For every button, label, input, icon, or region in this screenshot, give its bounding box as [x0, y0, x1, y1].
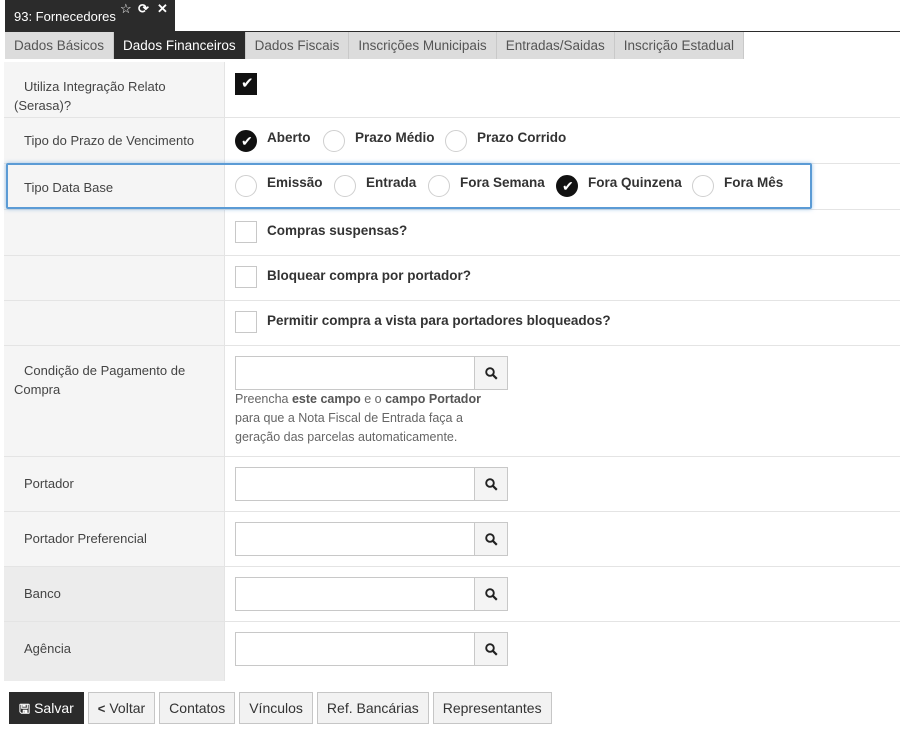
row-compras-suspensas: Compras suspensas?	[4, 210, 900, 256]
permitir-vista-label[interactable]: Permitir compra a vista para portadores …	[267, 313, 611, 328]
row-condicao-pagamento: Condição de Pagamento de Compra Preencha…	[4, 346, 900, 457]
check-icon: ✔	[241, 133, 253, 149]
option-prazo-corrido[interactable]: Prazo Corrido	[477, 130, 566, 145]
window-tab[interactable]: 93: Fornecedores ☆ ⟳ ✕	[5, 0, 175, 31]
portador-preferencial-input[interactable]	[235, 522, 475, 556]
representatives-button[interactable]: Representantes	[432, 692, 552, 724]
label-agencia: Agência	[4, 622, 225, 681]
action-bar: 🖫 Salvar < Voltar Contatos Vínculos Ref. B…	[9, 692, 552, 724]
label-empty	[4, 301, 225, 345]
row-serasa: Utiliza Integração Relato (Serasa)? ✔	[4, 62, 900, 118]
label-tipo-prazo: Tipo do Prazo de Vencimento	[4, 118, 225, 163]
row-portador: Portador	[4, 457, 900, 512]
agencia-input[interactable]	[235, 632, 475, 666]
label-empty	[4, 256, 225, 300]
serasa-checkbox[interactable]: ✔	[235, 73, 257, 95]
search-icon	[485, 533, 498, 546]
bank-references-button[interactable]: Ref. Bancárias	[316, 692, 429, 724]
condicao-pagamento-help: Preencha este campo e o campo Portador p…	[235, 392, 481, 444]
condicao-pagamento-search-button[interactable]	[474, 356, 508, 390]
label-empty	[4, 210, 225, 255]
portador-input[interactable]	[235, 467, 475, 501]
floppy-disk-icon: 🖫	[19, 701, 31, 716]
tab-dados-fiscais[interactable]: Dados Fiscais	[245, 32, 350, 59]
label-banco: Banco	[4, 567, 225, 621]
compras-suspensas-label[interactable]: Compras suspensas?	[267, 223, 407, 238]
tab-bar: Dados Básicos Dados Financeiros Dados Fi…	[5, 32, 745, 59]
search-icon	[485, 588, 498, 601]
tab-entradas-saidas[interactable]: Entradas/Saidas	[496, 32, 615, 59]
label-portador-preferencial: Portador Preferencial	[4, 512, 225, 566]
condicao-pagamento-input[interactable]	[235, 356, 475, 390]
banco-search-button[interactable]	[474, 577, 508, 611]
bloquear-portador-checkbox[interactable]	[235, 266, 257, 288]
radio-prazo-medio[interactable]	[323, 130, 345, 152]
window-title: 93: Fornecedores	[14, 9, 116, 24]
row-agencia: Agência	[4, 622, 900, 681]
agencia-search-button[interactable]	[474, 632, 508, 666]
tab-inscricoes-municipais[interactable]: Inscrições Municipais	[349, 32, 497, 59]
focus-highlight	[6, 163, 812, 209]
back-button[interactable]: < Voltar	[87, 692, 156, 724]
banco-input[interactable]	[235, 577, 475, 611]
label-serasa: Utiliza Integração Relato (Serasa)?	[4, 62, 225, 117]
refresh-icon[interactable]: ⟳	[138, 2, 149, 16]
tab-inscricao-estadual[interactable]: Inscrição Estadual	[614, 32, 745, 59]
row-bloquear-portador: Bloquear compra por portador?	[4, 256, 900, 301]
option-prazo-medio[interactable]: Prazo Médio	[355, 130, 435, 145]
star-icon[interactable]: ☆	[120, 2, 132, 16]
save-button[interactable]: 🖫 Salvar	[9, 692, 84, 724]
financial-form: Utiliza Integração Relato (Serasa)? ✔ Ti…	[4, 62, 900, 681]
portador-search-button[interactable]	[474, 467, 508, 501]
portador-preferencial-search-button[interactable]	[474, 522, 508, 556]
search-icon	[485, 643, 498, 656]
search-icon	[485, 478, 498, 491]
label-portador: Portador	[4, 457, 225, 511]
option-aberto[interactable]: Aberto	[267, 130, 311, 145]
row-tipo-prazo: Tipo do Prazo de Vencimento ✔ Aberto Pra…	[4, 118, 900, 164]
radio-prazo-corrido[interactable]	[445, 130, 467, 152]
contacts-button[interactable]: Contatos	[159, 692, 236, 724]
label-condicao-pagamento: Condição de Pagamento de Compra	[4, 346, 225, 456]
links-button[interactable]: Vínculos	[239, 692, 313, 724]
close-icon[interactable]: ✕	[157, 2, 168, 16]
row-portador-preferencial: Portador Preferencial	[4, 512, 900, 567]
row-permitir-vista: Permitir compra a vista para portadores …	[4, 301, 900, 346]
bloquear-portador-label[interactable]: Bloquear compra por portador?	[267, 268, 471, 283]
chevron-left-icon: <	[97, 701, 106, 716]
compras-suspensas-checkbox[interactable]	[235, 221, 257, 243]
radio-aberto[interactable]: ✔	[235, 130, 257, 152]
permitir-vista-checkbox[interactable]	[235, 311, 257, 333]
check-icon: ✔	[241, 75, 254, 92]
tab-dados-basicos[interactable]: Dados Básicos	[5, 32, 115, 59]
tab-dados-financeiros[interactable]: Dados Financeiros	[114, 32, 246, 59]
row-banco: Banco	[4, 567, 900, 622]
search-icon	[485, 367, 498, 380]
